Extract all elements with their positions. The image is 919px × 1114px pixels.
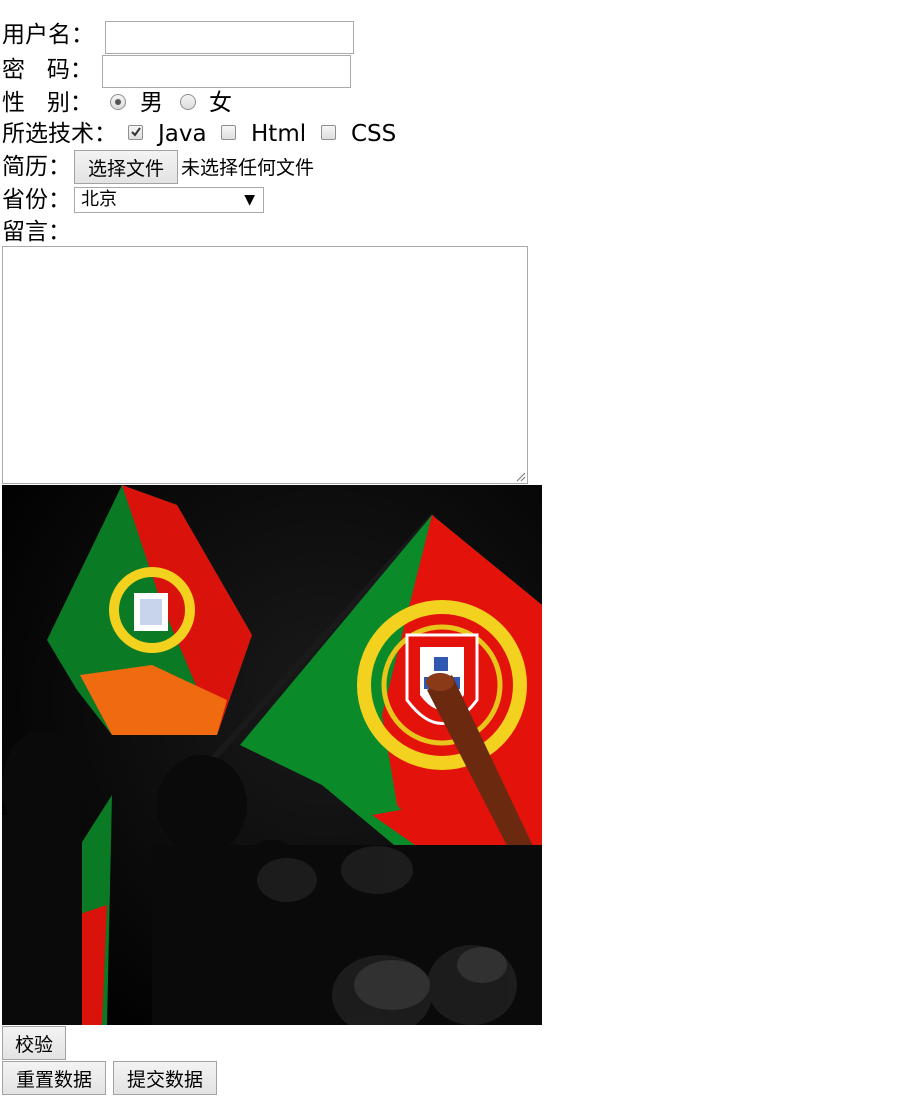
gender-male-radio[interactable] bbox=[110, 94, 126, 110]
username-input[interactable] bbox=[105, 21, 354, 54]
checkmark-icon bbox=[131, 127, 141, 137]
password-label: 密 码： bbox=[2, 57, 93, 83]
message-label: 留言： bbox=[2, 219, 71, 245]
resume-label: 简历： bbox=[2, 154, 71, 180]
dropdown-arrow-icon: ▼ bbox=[244, 192, 255, 208]
tech-java-label: Java bbox=[158, 121, 207, 147]
tech-css-label: CSS bbox=[351, 121, 397, 147]
flags-crowd-image bbox=[2, 485, 542, 1025]
province-selected-value: 北京 bbox=[81, 189, 117, 210]
resize-grip-icon[interactable] bbox=[514, 470, 526, 482]
gender-label: 性 别： bbox=[2, 90, 93, 116]
province-label: 省份： bbox=[2, 187, 71, 213]
validate-button[interactable]: 校验 bbox=[2, 1026, 66, 1060]
tech-html-checkbox[interactable] bbox=[221, 125, 236, 140]
tech-html-label: Html bbox=[251, 121, 307, 147]
reset-button[interactable]: 重置数据 bbox=[2, 1061, 106, 1095]
submit-button[interactable]: 提交数据 bbox=[113, 1061, 217, 1095]
password-input[interactable] bbox=[102, 55, 351, 88]
tech-label: 所选技术： bbox=[2, 121, 117, 147]
province-select[interactable]: 北京 ▼ bbox=[74, 187, 264, 213]
tech-css-checkbox[interactable] bbox=[321, 125, 336, 140]
choose-file-button[interactable]: 选择文件 bbox=[74, 150, 178, 184]
gender-male-label: 男 bbox=[140, 90, 163, 116]
gender-female-label: 女 bbox=[209, 90, 232, 116]
tech-java-checkbox[interactable] bbox=[128, 125, 143, 140]
file-status-text: 未选择任何文件 bbox=[181, 157, 315, 179]
gender-female-radio[interactable] bbox=[180, 94, 196, 110]
portugal-flags-photo bbox=[2, 485, 542, 1025]
username-label: 用户名： bbox=[2, 22, 94, 48]
message-textarea[interactable] bbox=[2, 246, 528, 484]
